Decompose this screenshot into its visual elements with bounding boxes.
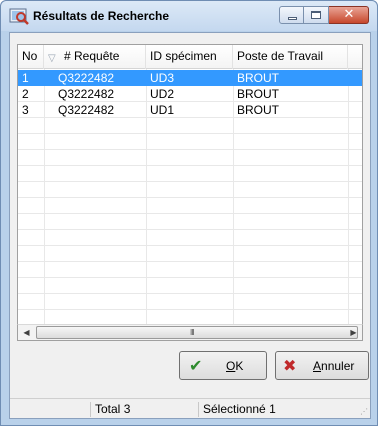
table-cell: 2 (22, 87, 29, 101)
table-cell: UD2 (150, 87, 175, 101)
table-cell: BROUT (237, 103, 279, 117)
window-title: Résultats de Recherche (33, 9, 170, 23)
table-cell: 1 (22, 71, 29, 85)
status-total: Total 3 (90, 402, 190, 417)
table-cell: Q3222482 (58, 71, 115, 85)
table-row[interactable]: 2 Q3222482 UD2 BROUT (18, 86, 362, 102)
column-header-no[interactable]: No (18, 45, 44, 69)
grid-line (18, 133, 362, 134)
grid-header: No ▽ # Requête ID spécimen Poste de Trav… (18, 45, 362, 69)
ok-label-rest: K (235, 359, 244, 373)
grid-line (18, 165, 362, 166)
status-selected-value: 1 (269, 402, 276, 416)
minimize-button[interactable] (279, 6, 304, 24)
check-icon: ✔ (189, 358, 203, 375)
window-controls: ✕ (279, 6, 369, 24)
search-app-icon (9, 7, 29, 25)
sort-icon: ▽ (48, 53, 56, 64)
status-selected: Sélectionné 1 (198, 402, 358, 417)
table-cell: Q3222482 (58, 103, 115, 117)
resize-grip-icon[interactable]: ⋰ (360, 407, 368, 416)
table-cell: UD3 (150, 71, 175, 85)
status-total-value: 3 (123, 402, 131, 416)
scrollbar-thumb[interactable]: III (36, 326, 358, 339)
table-row[interactable]: 1 Q3222482 UD3 BROUT (18, 70, 362, 86)
grid-line (18, 181, 362, 182)
column-header-label: No (22, 49, 38, 63)
column-header-specimen-id[interactable]: ID spécimen (146, 45, 233, 69)
table-cell: BROUT (237, 87, 279, 101)
status-total-label: Total (95, 402, 121, 416)
cancel-button-label: Annuler (313, 359, 354, 373)
column-header-request[interactable]: ▽ # Requête (44, 45, 146, 69)
table-cell: Q3222482 (58, 87, 115, 101)
column-header-label: # Requête (64, 49, 120, 63)
x-icon: ✖ (283, 358, 297, 375)
status-bar: Total 3 Sélectionné 1 ⋰ (10, 398, 370, 418)
grid-line (18, 245, 362, 246)
cancel-button[interactable]: ✖ Annuler (275, 351, 369, 380)
column-header-label: ID spécimen (150, 49, 217, 63)
column-header-label: Poste de Travail (237, 49, 324, 63)
cancel-label-rest: nnuler (321, 359, 355, 373)
grid-line (18, 277, 362, 278)
scroll-left-icon[interactable]: ◀ (18, 325, 35, 340)
grid-line (18, 197, 362, 198)
minimize-icon (288, 17, 297, 20)
grid-line (18, 213, 362, 214)
maximize-button[interactable] (304, 6, 329, 24)
table-cell: BROUT (237, 71, 279, 85)
cancel-mnemonic: A (313, 359, 322, 373)
table-cell: UD1 (150, 103, 175, 117)
close-button[interactable]: ✕ (329, 6, 369, 24)
grid-line (18, 261, 362, 262)
scrollbar-grip-icon: III (190, 328, 195, 337)
grid-line (18, 293, 362, 294)
status-selected-label: Sélectionné (203, 402, 266, 416)
ok-mnemonic: O (226, 359, 236, 373)
maximize-icon (311, 11, 321, 19)
grid-line (18, 149, 362, 150)
horizontal-scrollbar[interactable]: ◀ III ▶ (17, 324, 363, 341)
column-header-workstation[interactable]: Poste de Travail (233, 45, 348, 69)
scroll-right-icon[interactable]: ▶ (345, 325, 362, 340)
table-row[interactable]: 3 Q3222482 UD1 BROUT (18, 102, 362, 118)
ok-button-label: OK (226, 359, 243, 373)
grid-line (18, 229, 362, 230)
grid-line (18, 309, 362, 310)
table-cell: 3 (22, 103, 29, 117)
title-bar[interactable]: Résultats de Recherche ✕ (1, 1, 377, 31)
results-grid[interactable]: No ▽ # Requête ID spécimen Poste de Trav… (17, 44, 363, 340)
close-icon: ✕ (343, 6, 355, 21)
ok-button[interactable]: ✔ OK (179, 351, 267, 380)
search-results-window: Résultats de Recherche ✕ No ▽ # Requête … (0, 0, 378, 426)
